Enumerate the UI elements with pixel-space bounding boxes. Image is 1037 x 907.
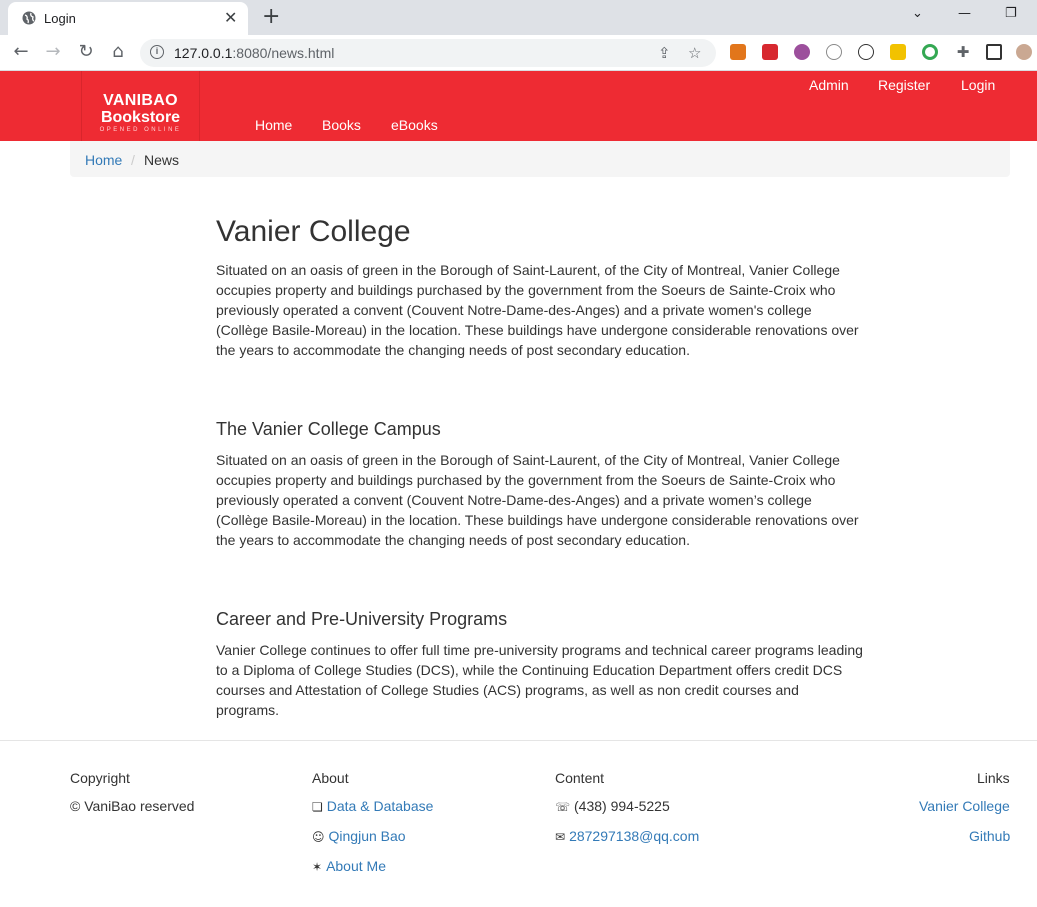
- site-header: VANIBAO Bookstore OPENED ONLINE Admin Re…: [0, 71, 1037, 141]
- text-line: occupies property and buildings purchase…: [216, 282, 836, 298]
- mail-icon: ✉: [555, 830, 566, 844]
- section-heading-campus: The Vanier College Campus: [216, 419, 441, 439]
- email-item: ✉ 287297138@qq.com: [555, 828, 699, 844]
- user-smile-icon: ☺: [312, 830, 325, 844]
- text-line: Situated on an oasis of green in the Bor…: [216, 452, 840, 468]
- email-link[interactable]: 287297138@qq.com: [569, 828, 699, 844]
- forward-arrow-icon[interactable]: →: [42, 41, 64, 63]
- breadcrumb-separator: /: [131, 152, 135, 168]
- section-heading-programs: Career and Pre-University Programs: [216, 609, 508, 629]
- nav-home[interactable]: Home: [255, 117, 292, 133]
- text-line: the years to accommodate the changing ne…: [216, 532, 690, 548]
- login-link[interactable]: Login: [961, 77, 995, 93]
- url-host: 127.0.0.1: [174, 45, 233, 61]
- close-tab-icon[interactable]: ✕: [224, 8, 237, 28]
- text-line: Situated on an oasis of green in the Bor…: [216, 262, 840, 278]
- address-bar[interactable]: i 127.0.0.1:8080/news.html ⇪ ☆: [140, 39, 716, 67]
- campus-paragraph: Situated on an oasis of green in the Bor…: [216, 450, 871, 550]
- metamask-extension-icon[interactable]: [730, 44, 746, 60]
- author-link[interactable]: Qingjun Bao: [329, 828, 406, 844]
- play-extension-icon[interactable]: [858, 44, 874, 60]
- copyright-text: © VaniBao reserved: [70, 798, 195, 814]
- footer-content-heading: Content: [555, 770, 605, 786]
- tab-search-chevron-icon[interactable]: ⌄: [912, 6, 923, 21]
- vanier-college-link[interactable]: Vanier College: [919, 798, 1010, 814]
- back-arrow-icon[interactable]: ←: [10, 41, 32, 63]
- register-link[interactable]: Register: [878, 77, 930, 93]
- yellow-extension-icon[interactable]: [890, 44, 906, 60]
- green-extension-icon[interactable]: [922, 44, 938, 60]
- address-url[interactable]: 127.0.0.1:8080/news.html: [174, 45, 334, 61]
- breadcrumb-home-link[interactable]: Home: [85, 152, 122, 168]
- text-line: previously operated a convent (Couvent N…: [216, 302, 812, 318]
- text-line: the years to accommodate the changing ne…: [216, 342, 690, 358]
- text-line: (Collège Basile-Moreau) in the location.…: [216, 322, 859, 338]
- brand-name: VANIBAO: [103, 92, 178, 109]
- about-item-author: ☺ Qingjun Bao: [312, 828, 406, 844]
- globe-icon: [22, 11, 36, 25]
- page-title: Vanier College: [216, 215, 411, 248]
- home-icon[interactable]: ⌂: [107, 41, 129, 63]
- text-line: to a Diploma of College Studies (DCS), w…: [216, 662, 843, 678]
- browser-tab-title: Login: [44, 11, 76, 26]
- minimize-icon[interactable]: —: [958, 6, 971, 21]
- footer-copyright-heading: Copyright: [70, 770, 130, 786]
- footer-about-heading: About: [312, 770, 349, 786]
- star-icon: ✶: [312, 860, 323, 874]
- pdf-extension-icon[interactable]: [762, 44, 778, 60]
- footer-links-heading: Links: [977, 770, 1010, 786]
- intro-paragraph: Situated on an oasis of green in the Bor…: [216, 260, 871, 360]
- purple-extension-icon[interactable]: [794, 44, 810, 60]
- text-line: (Collège Basile-Moreau) in the location.…: [216, 512, 859, 528]
- admin-link[interactable]: Admin: [809, 77, 849, 93]
- restore-icon[interactable]: ❐: [1005, 6, 1017, 21]
- extensions-puzzle-icon[interactable]: ✚: [952, 41, 974, 63]
- brand-tagline: OPENED ONLINE: [99, 127, 182, 133]
- square-icon: ❏: [312, 800, 323, 814]
- brand-logo[interactable]: VANIBAO Bookstore OPENED ONLINE: [81, 71, 200, 141]
- text-line: Vanier College continues to offer full t…: [216, 642, 863, 658]
- url-path: :8080/news.html: [232, 45, 335, 61]
- browser-tab-bar: Login ✕ + ⌄ — ❐: [0, 0, 1037, 35]
- nav-books[interactable]: Books: [322, 117, 361, 133]
- programs-paragraph: Vanier College continues to offer full t…: [216, 640, 871, 720]
- profile-avatar[interactable]: [1016, 44, 1032, 60]
- browser-tab[interactable]: Login ✕: [8, 2, 248, 35]
- new-tab-icon[interactable]: +: [262, 4, 280, 29]
- brand-subname: Bookstore: [100, 109, 181, 126]
- phone-item: ☏ (438) 994-5225: [555, 798, 670, 814]
- about-item-me: ✶ About Me: [312, 858, 386, 874]
- site-info-icon[interactable]: i: [150, 45, 164, 59]
- breadcrumb: Home / News: [70, 141, 1010, 177]
- bookmark-star-icon[interactable]: ☆: [688, 44, 701, 62]
- about-item-data: ❏ Data & Database: [312, 798, 433, 814]
- footer-divider: [0, 740, 1037, 741]
- data-database-link[interactable]: Data & Database: [327, 798, 434, 814]
- phone-number: (438) 994-5225: [574, 798, 670, 814]
- reload-icon[interactable]: ↻: [75, 41, 97, 63]
- browser-toolbar: ← → ↻ ⌂ i 127.0.0.1:8080/news.html ⇪ ☆ ✚: [0, 35, 1037, 71]
- phone-icon: ☏: [555, 800, 571, 814]
- nav-ebooks[interactable]: eBooks: [391, 117, 438, 133]
- text-line: courses and Attestation of College Studi…: [216, 682, 799, 698]
- text-line: previously operated a convent (Couvent N…: [216, 492, 812, 508]
- text-line: programs.: [216, 702, 280, 718]
- github-link[interactable]: Github: [969, 828, 1010, 844]
- share-icon[interactable]: ⇪: [658, 44, 671, 62]
- breadcrumb-current: News: [144, 152, 180, 168]
- flower-extension-icon[interactable]: [826, 44, 842, 60]
- about-me-link[interactable]: About Me: [326, 858, 386, 874]
- text-line: occupies property and buildings purchase…: [216, 472, 836, 488]
- side-panel-icon[interactable]: [986, 44, 1002, 60]
